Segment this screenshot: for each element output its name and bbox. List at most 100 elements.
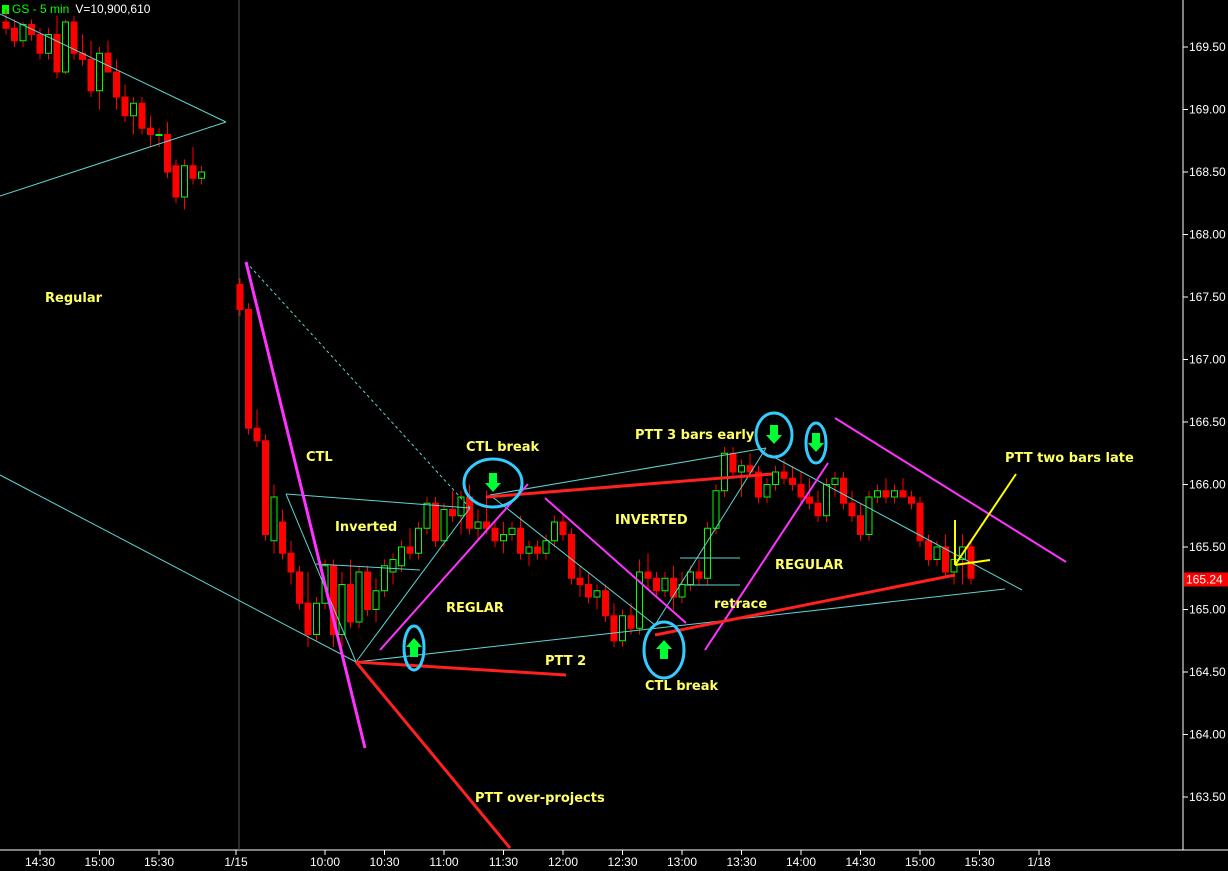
candle-body — [585, 584, 592, 598]
candle-body — [11, 27, 18, 42]
candle-body — [415, 527, 422, 554]
annotation-label: PTT over-projects — [475, 791, 605, 806]
candle-body — [517, 527, 524, 554]
x-tick-label: 14:00 — [786, 855, 816, 869]
annotation-label: CTL — [306, 450, 333, 465]
candle-body — [389, 559, 397, 573]
candle-body — [619, 615, 626, 642]
candle-body — [908, 496, 915, 504]
candle-body — [627, 615, 635, 629]
annotation-label: CTL break — [645, 679, 719, 694]
y-tick-label: 166.50 — [1189, 415, 1226, 429]
candle-body — [262, 440, 269, 535]
candle-body — [104, 52, 112, 73]
candle-body — [814, 502, 822, 517]
annotation-label: PTT 2 — [545, 654, 586, 669]
candle-body — [279, 521, 286, 554]
candle-body — [155, 134, 163, 136]
candle-body — [19, 24, 27, 42]
x-tick-label: 14:30 — [845, 855, 875, 869]
candle-body — [712, 490, 720, 529]
candle-body — [857, 515, 864, 535]
red-line — [654, 573, 956, 637]
candle-body — [466, 496, 473, 529]
candle-body — [347, 584, 354, 623]
candle-body — [474, 521, 482, 529]
candle-body — [406, 546, 414, 554]
candle-body — [121, 96, 129, 117]
y-tick-label: 169.50 — [1189, 40, 1226, 54]
candle-body — [738, 465, 745, 473]
candle-body — [296, 571, 303, 604]
candle-body — [933, 546, 941, 560]
cyan-trendline — [0, 474, 357, 663]
x-tick-label: 13:30 — [726, 855, 756, 869]
candle-body — [236, 284, 244, 310]
annotation-label: retrace — [714, 597, 767, 612]
candle-body — [172, 165, 180, 198]
up-arrow-icon — [656, 640, 672, 659]
candle-body — [364, 571, 371, 610]
x-tick-label: 12:00 — [548, 855, 578, 869]
yellow-line — [954, 473, 1017, 566]
candle-body — [721, 452, 728, 492]
candle-body — [96, 52, 103, 92]
candle-body — [355, 571, 363, 623]
x-tick-label: 1/18 — [1027, 855, 1051, 869]
candle-body — [874, 490, 881, 498]
down-arrow-icon — [766, 425, 782, 444]
candle-body — [891, 490, 898, 498]
x-tick-label: 10:00 — [310, 855, 340, 869]
candle-body — [568, 534, 575, 579]
candle-body — [559, 521, 567, 535]
annotation-label: PTT 3 bars early — [635, 428, 755, 443]
candle-body — [189, 165, 197, 179]
candle-body — [253, 427, 261, 442]
candle-body — [831, 477, 839, 485]
annotation-label: REGLAR — [446, 601, 504, 616]
candle-body — [542, 540, 550, 554]
candle-body — [449, 509, 456, 517]
candle-body — [130, 102, 137, 117]
candle-body — [381, 565, 388, 592]
y-tick-label: 164.50 — [1189, 665, 1226, 679]
x-tick-label: 15:00 — [905, 855, 935, 869]
annotation-label: CTL break — [466, 440, 540, 455]
candle-body — [687, 571, 694, 585]
candle-body — [423, 502, 431, 529]
down-arrow-icon — [485, 473, 501, 492]
candle-body — [925, 540, 932, 560]
x-tick-label: 13:00 — [667, 855, 697, 869]
y-tick-label: 167.50 — [1189, 290, 1226, 304]
candlestick-chart: 169.50 169.00 168.50 168.00 167.50 167.00 166.… — [0, 0, 1228, 869]
x-tick-label: 11:00 — [429, 855, 458, 869]
y-tick-label: 168.00 — [1189, 228, 1226, 242]
candle-body — [245, 309, 252, 429]
down-arrow-icon — [808, 433, 824, 452]
red-line — [355, 660, 567, 677]
candle-body — [551, 521, 558, 542]
candle-body — [899, 490, 907, 498]
candle-body — [432, 502, 439, 542]
candle-body — [491, 527, 499, 542]
candle-body — [457, 496, 465, 517]
candle-body — [848, 502, 856, 517]
candle-body — [270, 496, 278, 542]
y-tick-label: 165.00 — [1189, 603, 1226, 617]
candle-body — [138, 102, 146, 129]
candle-body — [704, 527, 711, 579]
magenta-line — [379, 483, 529, 651]
candle-body — [661, 577, 669, 592]
candle-body — [780, 471, 788, 479]
cyan-trendline — [285, 493, 471, 509]
candle-body — [440, 509, 448, 542]
candle-body — [763, 484, 771, 498]
y-tick-label: 167.00 — [1189, 353, 1226, 367]
candle-body — [729, 452, 737, 473]
candle-body — [797, 484, 805, 498]
red-line — [485, 472, 773, 499]
y-tick-label: 163.50 — [1189, 790, 1226, 804]
y-tick-label: 168.50 — [1189, 165, 1226, 179]
candle-body — [87, 59, 95, 92]
x-tick-label: 15:00 — [84, 855, 114, 869]
